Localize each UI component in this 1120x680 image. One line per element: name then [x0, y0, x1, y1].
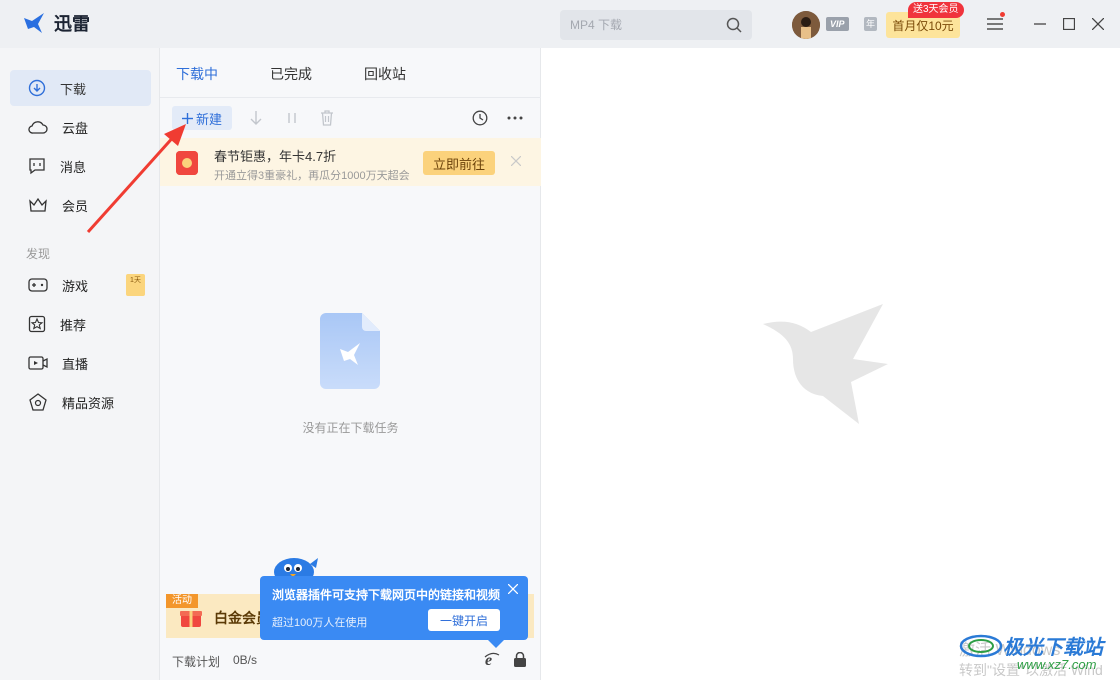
notification-dot [1000, 12, 1005, 17]
tab-completed[interactable]: 已完成 [270, 64, 312, 84]
sidebar-item-label: 游戏 [62, 278, 89, 294]
banner-close-button[interactable] [508, 153, 524, 169]
clock-icon[interactable] [472, 110, 488, 126]
trash-icon[interactable] [320, 110, 334, 126]
start-download-button[interactable] [247, 109, 265, 127]
sidebar-item-message[interactable]: 消息 [10, 148, 151, 184]
banner-title: 春节钜惠，年卡4.7折 [214, 149, 337, 164]
tab-recycle-bin[interactable]: 回收站 [364, 64, 406, 84]
sidebar-item-label: 精品资源 [62, 395, 115, 411]
tab-downloading[interactable]: 下载中 [176, 64, 218, 84]
close-button[interactable] [1088, 14, 1108, 34]
search-box[interactable] [560, 10, 752, 40]
pause-button[interactable] [283, 109, 301, 127]
promo-tag: 送3天会员 [908, 2, 964, 18]
plus-icon [181, 112, 193, 124]
sidebar-item-member[interactable]: 会员 [10, 187, 151, 223]
sidebar-item-live[interactable]: 直播 [10, 345, 151, 381]
sidebar-item-label: 下载 [60, 81, 87, 97]
empty-state-text: 没有正在下载任务 [302, 421, 399, 435]
crown-icon [29, 197, 47, 212]
download-circle-icon [28, 79, 46, 97]
site-name: 极光下载站 [1003, 636, 1103, 659]
message-icon [29, 158, 45, 175]
maximize-icon[interactable] [1063, 18, 1075, 30]
download-speed: 0B/s [233, 653, 258, 667]
banner-go-button[interactable]: 立即前往 [423, 151, 495, 175]
sidebar-item-recommend[interactable]: 推荐 [10, 306, 151, 342]
tab-divider [160, 97, 541, 98]
star-icon [28, 315, 46, 333]
browser-ie-icon[interactable]: e [484, 651, 500, 670]
search-icon[interactable] [726, 17, 742, 33]
xunlei-bird-icon [24, 13, 44, 33]
sidebar-item-label: 会员 [62, 198, 89, 214]
gift-icon [180, 606, 202, 628]
tooltip-subtitle: 超过100万人在使用 [272, 617, 368, 629]
live-icon [28, 356, 48, 370]
new-task-button[interactable]: 新建 [172, 106, 232, 130]
more-dots-icon[interactable] [507, 116, 523, 120]
sidebar-item-premium-resources[interactable]: 精品资源 [10, 384, 151, 420]
lock-icon[interactable] [513, 651, 527, 670]
site-swirl-icon [959, 634, 1003, 658]
delete-button[interactable] [318, 109, 336, 127]
pause-icon[interactable] [287, 111, 297, 125]
download-panel: 下载中 已完成 回收站 新建 春节钜惠，年卡4.7折 开通立得3重豪礼，再瓜分1… [160, 48, 541, 680]
sidebar-item-label: 推荐 [60, 317, 87, 333]
app-logo: 迅雷 [22, 10, 90, 36]
avatar[interactable] [792, 11, 820, 39]
menu-button[interactable] [985, 12, 1005, 34]
sidebar-item-label: 直播 [62, 356, 89, 372]
search-input[interactable] [570, 18, 720, 32]
detail-panel: 激活 Windows 转到"设置"以激活 Wind 极光下载站 www.xz7.… [541, 48, 1120, 680]
sidebar-item-cloud[interactable]: 云盘 [10, 109, 151, 145]
new-task-label: 新建 [195, 111, 222, 127]
xunlei-bird-watermark-icon [763, 304, 893, 427]
sidebar-item-label: 消息 [60, 159, 87, 175]
sidebar-item-label: 云盘 [62, 120, 89, 136]
red-envelope-icon [176, 151, 198, 175]
minimize-button[interactable] [1030, 14, 1050, 34]
app-title: 迅雷 [54, 14, 90, 34]
download-plan-link[interactable]: 下载计划 [172, 653, 220, 670]
vip-badge[interactable]: VIP [826, 17, 849, 31]
sidebar: 下载 云盘 消息 会员 发现 游戏 1天 推荐 直播 精品资源 [0, 48, 160, 680]
site-watermark-logo: 极光下载站 [959, 630, 1103, 660]
arrow-down-icon[interactable] [249, 110, 263, 126]
close-icon[interactable] [511, 156, 521, 166]
game-promo-badge[interactable]: 1天 [126, 274, 145, 296]
tooltip-close-button[interactable] [506, 582, 520, 596]
gamepad-icon [28, 278, 48, 292]
site-url: www.xz7.com [1017, 657, 1097, 672]
enable-plugin-button[interactable]: 一键开启 [428, 609, 500, 631]
discover-section-label: 发现 [26, 247, 51, 261]
title-bar: 迅雷 VIP 年 首月仅10元 送3天会员 [0, 0, 1120, 48]
year-badge: 年 [864, 17, 878, 31]
game-badge-label: 1天 [130, 277, 141, 284]
close-icon[interactable] [1092, 18, 1104, 30]
cloud-icon [28, 121, 48, 134]
tooltip-pointer [488, 640, 504, 648]
minimize-icon[interactable] [1034, 18, 1046, 30]
hamburger-menu-icon[interactable] [987, 17, 1003, 31]
empty-file-icon [320, 313, 380, 392]
close-icon[interactable] [508, 584, 518, 594]
promo-banner[interactable]: 春节钜惠，年卡4.7折 开通立得3重豪礼，再瓜分1000万天超会 立即前往 [160, 138, 541, 186]
more-button[interactable] [506, 109, 524, 127]
gem-icon [29, 393, 47, 411]
tooltip-title: 浏览器插件可支持下载网页中的链接和视频 [272, 588, 501, 602]
browser-plugin-tooltip: 浏览器插件可支持下载网页中的链接和视频 超过100万人在使用 一键开启 [260, 576, 528, 648]
banner-subtitle: 开通立得3重豪礼，再瓜分1000万天超会 [214, 170, 410, 182]
sidebar-item-download[interactable]: 下载 [10, 70, 151, 106]
maximize-button[interactable] [1059, 14, 1079, 34]
schedule-button[interactable] [471, 109, 489, 127]
